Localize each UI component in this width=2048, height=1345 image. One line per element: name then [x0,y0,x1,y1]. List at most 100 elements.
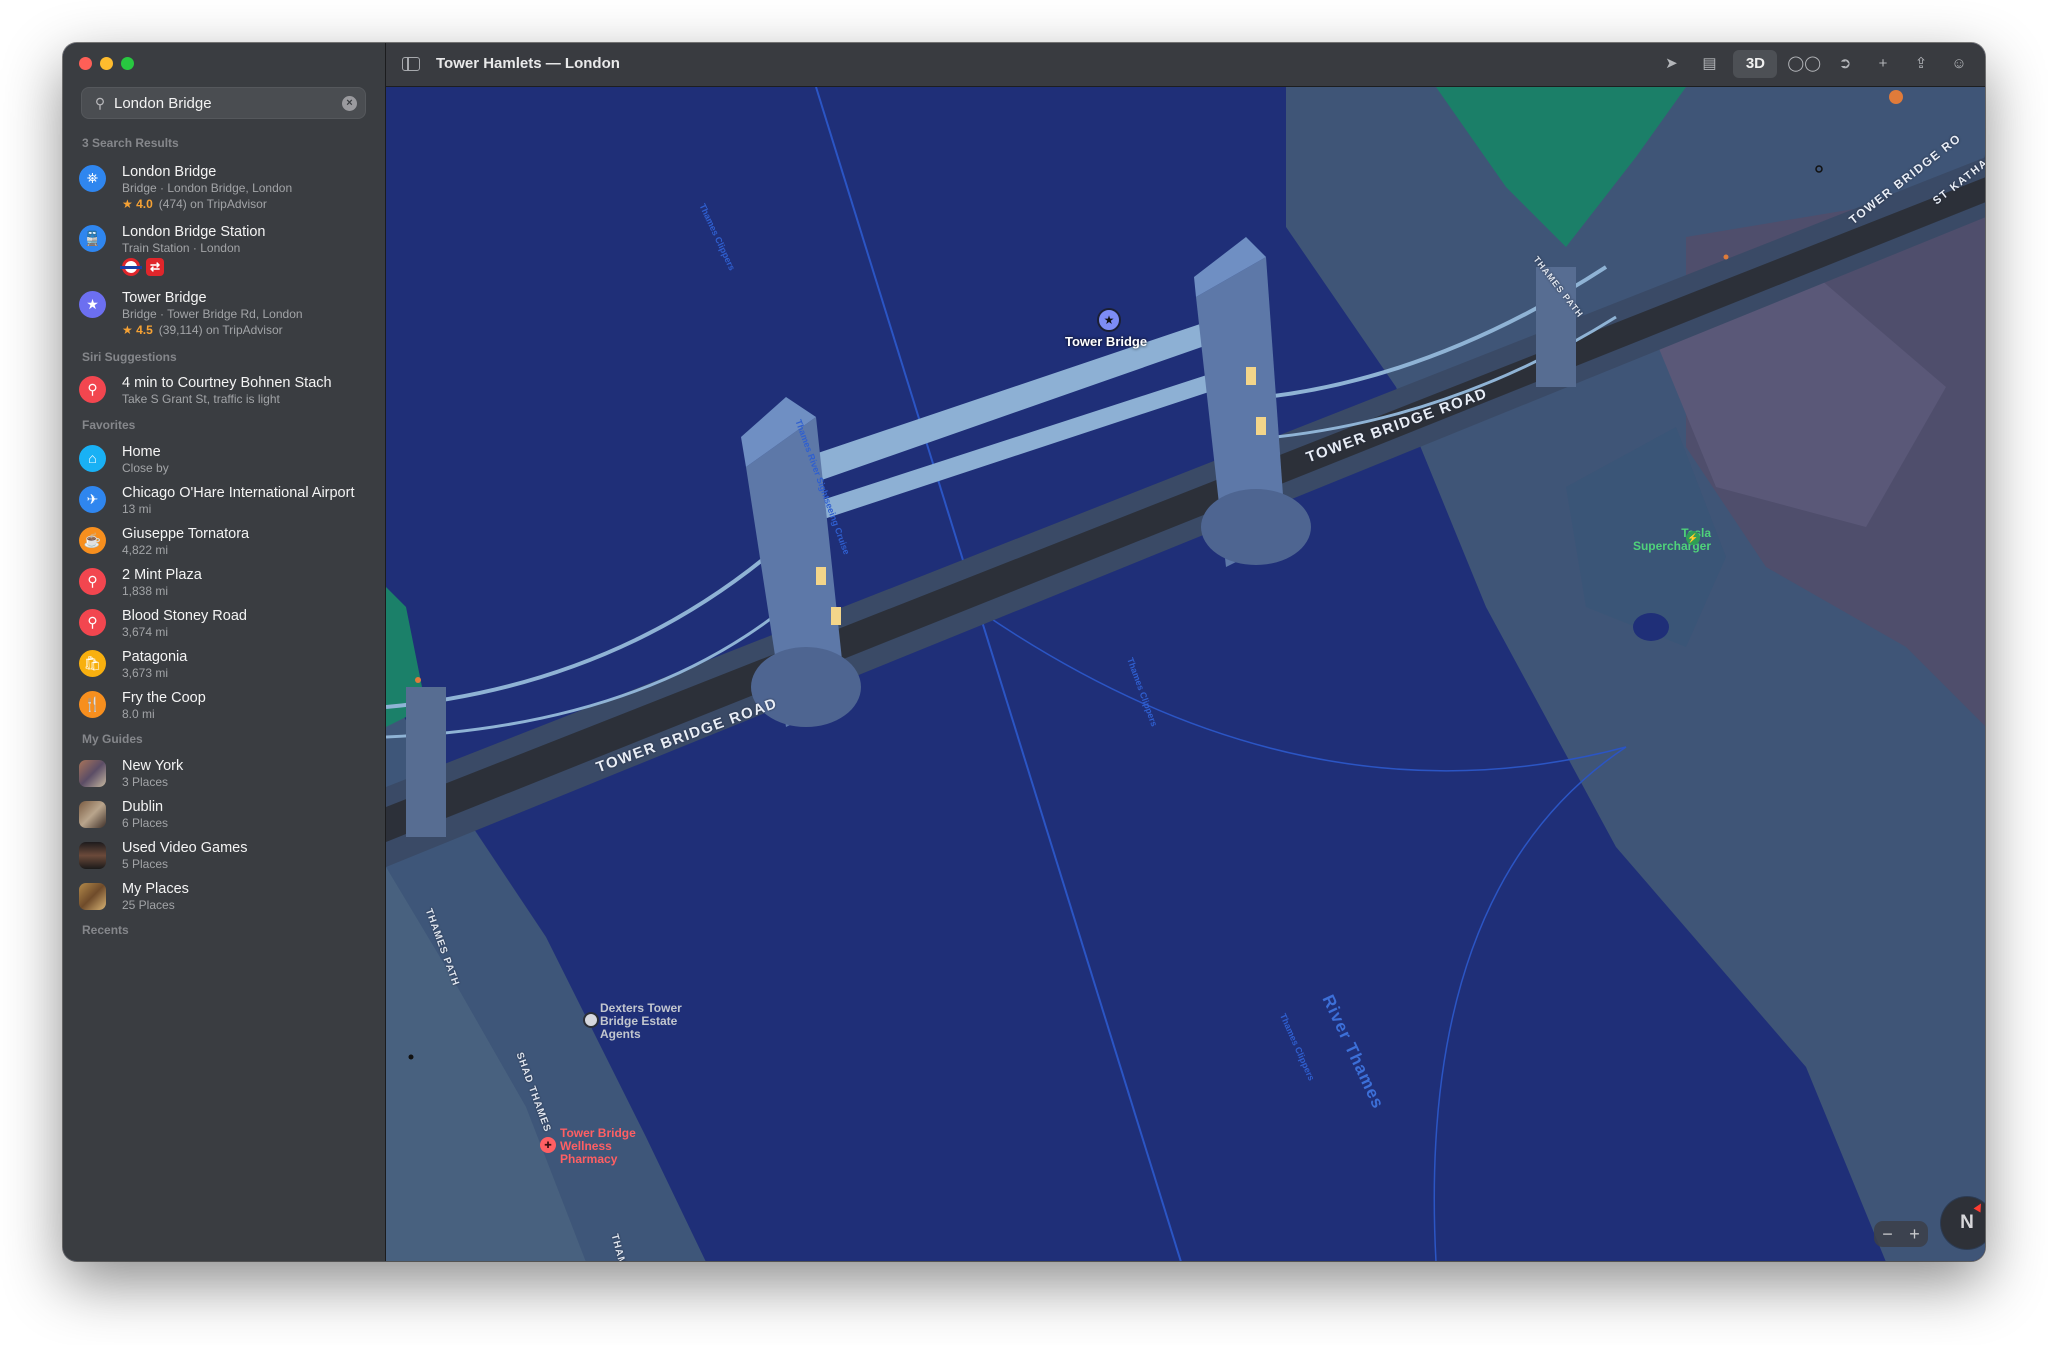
clear-search-button[interactable]: × [342,95,357,111]
result-subtitle: Bridge · Tower Bridge Rd, London [122,307,303,321]
favorite-title: 2 Mint Plaza [122,567,202,583]
favorite-blood-stoney-road[interactable]: ⚲ Blood Stoney Road 3,674 mi [79,608,379,648]
poi-dexters[interactable]: Dexters Tower Bridge Estate Agents [600,1002,682,1041]
search-results-header: 3 Search Results [82,136,179,150]
guide-used-video-games[interactable]: Used Video Games 5 Places [79,840,379,880]
star-icon: ★ [122,197,137,211]
favorite-ohare[interactable]: ✈ Chicago O'Hare International Airport 1… [79,485,379,525]
favorite-subtitle: 3,674 mi [122,625,169,639]
search-field[interactable]: ⚲ × [81,87,366,119]
add-icon[interactable]: + [1869,50,1897,78]
favorite-giuseppe-tornatora[interactable]: ☕ Giuseppe Tornatora 4,822 mi [79,526,379,566]
tower-bridge-marker-icon[interactable]: ★ [1097,308,1121,332]
favorite-subtitle: 1,838 mi [122,584,169,598]
guide-dublin[interactable]: Dublin 6 Places [79,799,379,839]
window-controls [79,57,134,70]
favorite-subtitle: 8.0 mi [122,707,155,721]
siri-suggestion[interactable]: ⚲ 4 min to Courtney Bohnen Stach Take S … [79,375,379,415]
favorites-header: Favorites [82,418,136,432]
siri-suggestions-header: Siri Suggestions [82,350,177,364]
bag-icon: 🛍 [79,650,106,677]
result-london-bridge-station[interactable]: 🚆 London Bridge Station Train Station · … [79,224,379,276]
result-tower-bridge[interactable]: ★ Tower Bridge Bridge · Tower Bridge Rd,… [79,290,379,337]
estate-agent-icon[interactable] [583,1012,599,1028]
search-icon: ⚲ [94,94,106,111]
airplane-icon: ✈ [79,486,106,513]
north-tower-pier [1201,489,1311,565]
underground-roundel-icon [120,258,142,276]
location-arrow-icon[interactable]: ➤ [1657,50,1685,78]
result-title: Tower Bridge [122,290,207,306]
lit-window [1256,417,1266,435]
tower-bridge-label[interactable]: Tower Bridge [1065,334,1147,349]
guide-my-places[interactable]: My Places 25 Places [79,881,379,921]
map-icon[interactable]: ▤ [1695,50,1723,78]
compass-label: N [1960,1212,1974,1233]
poi-label: Pharmacy [560,1152,618,1166]
guide-title: My Places [122,881,189,897]
favorite-patagonia[interactable]: 🛍 Patagonia 3,673 mi [79,649,379,689]
zoom-out-button[interactable]: − [1882,1224,1893,1245]
ev-charger-icon[interactable]: ⚡ [1686,531,1700,545]
guide-subtitle: 3 Places [122,775,169,789]
toolbar: Tower Hamlets — London ➤ ▤ 3D ◯◯ ➲ + ⇪ ☺ [386,43,1985,87]
lit-window [816,567,826,585]
pharmacy-icon[interactable]: ✚ [540,1137,556,1153]
zoom-in-button[interactable]: + [1909,1224,1920,1245]
close-button[interactable] [79,57,92,70]
favorite-home[interactable]: ⌂ Home Close by [79,444,379,484]
poi-dot [1723,254,1729,260]
national-rail-icon: ⇄ [146,258,164,276]
poi-label: Agents [600,1027,641,1041]
house-icon: ⌂ [79,445,106,472]
poi-dot [408,1054,414,1060]
favorite-subtitle: 4,822 mi [122,543,169,557]
guide-thumbnail [79,842,106,869]
guide-new-york[interactable]: New York 3 Places [79,758,379,798]
guide-thumbnail [79,760,106,787]
result-title: London Bridge Station [122,224,266,240]
3d-toggle-button[interactable]: 3D [1733,50,1778,78]
fork-knife-icon: 🍴 [79,691,106,718]
minimize-button[interactable] [100,57,113,70]
recents-header: Recents [82,923,129,937]
guide-subtitle: 5 Places [122,857,169,871]
dock-water [1633,613,1669,641]
suggestion-title: 4 min to Courtney Bohnen Stach [122,375,332,391]
favorite-subtitle: 13 mi [122,502,152,516]
cup-icon: ☕ [79,527,106,554]
result-rating: ★ 4.0 (474) on TripAdvisor [122,197,267,211]
guide-thumbnail [79,883,106,910]
favorite-title: Chicago O'Hare International Airport [122,485,355,501]
result-london-bridge[interactable]: ⛯ London Bridge Bridge · London Bridge, … [79,164,379,211]
train-icon: 🚆 [79,225,106,252]
share-icon[interactable]: ⇪ [1907,50,1935,78]
favorite-title: Giuseppe Tornatora [122,526,250,542]
window-title: Tower Hamlets — London [436,55,620,72]
my-guides-header: My Guides [82,732,143,746]
lit-window [1246,367,1256,385]
guide-title: New York [122,758,184,774]
favorite-fry-the-coop[interactable]: 🍴 Fry the Coop 8.0 mi [79,690,379,730]
look-around-binoculars-icon[interactable]: ◯◯ [1787,50,1821,78]
south-abutment [406,687,446,837]
sidebar-toggle-icon[interactable] [402,57,420,71]
compass-button[interactable]: N [1941,1197,1985,1249]
pin-icon: ⚲ [79,376,106,403]
favorite-subtitle: 3,673 mi [122,666,169,680]
result-subtitle: Train Station · London [122,241,241,255]
result-subtitle: Bridge · London Bridge, London [122,181,293,195]
maps-window: ⚲ × 3 Search Results ⛯ London Bridge Bri… [63,43,1985,1261]
directions-icon[interactable]: ➲ [1831,50,1859,78]
search-input[interactable] [114,94,342,112]
favorite-2-mint-plaza[interactable]: ⚲ 2 Mint Plaza 1,838 mi [79,567,379,607]
result-rating: ★ 4.5 (39,114) on TripAdvisor [122,323,283,337]
favorite-title: Home [122,444,161,460]
guide-title: Dublin [122,799,164,815]
poi-dot [415,677,421,683]
zoom-button[interactable] [121,57,134,70]
pin-icon: ⚲ [79,609,106,636]
map-view[interactable]: ★ Tower Bridge TOWER BRIDGE ROAD TOWER B… [386,87,1985,1261]
account-icon[interactable]: ☺ [1945,50,1973,78]
poi-wellness-pharmacy[interactable]: Tower Bridge Wellness Pharmacy [560,1127,636,1166]
